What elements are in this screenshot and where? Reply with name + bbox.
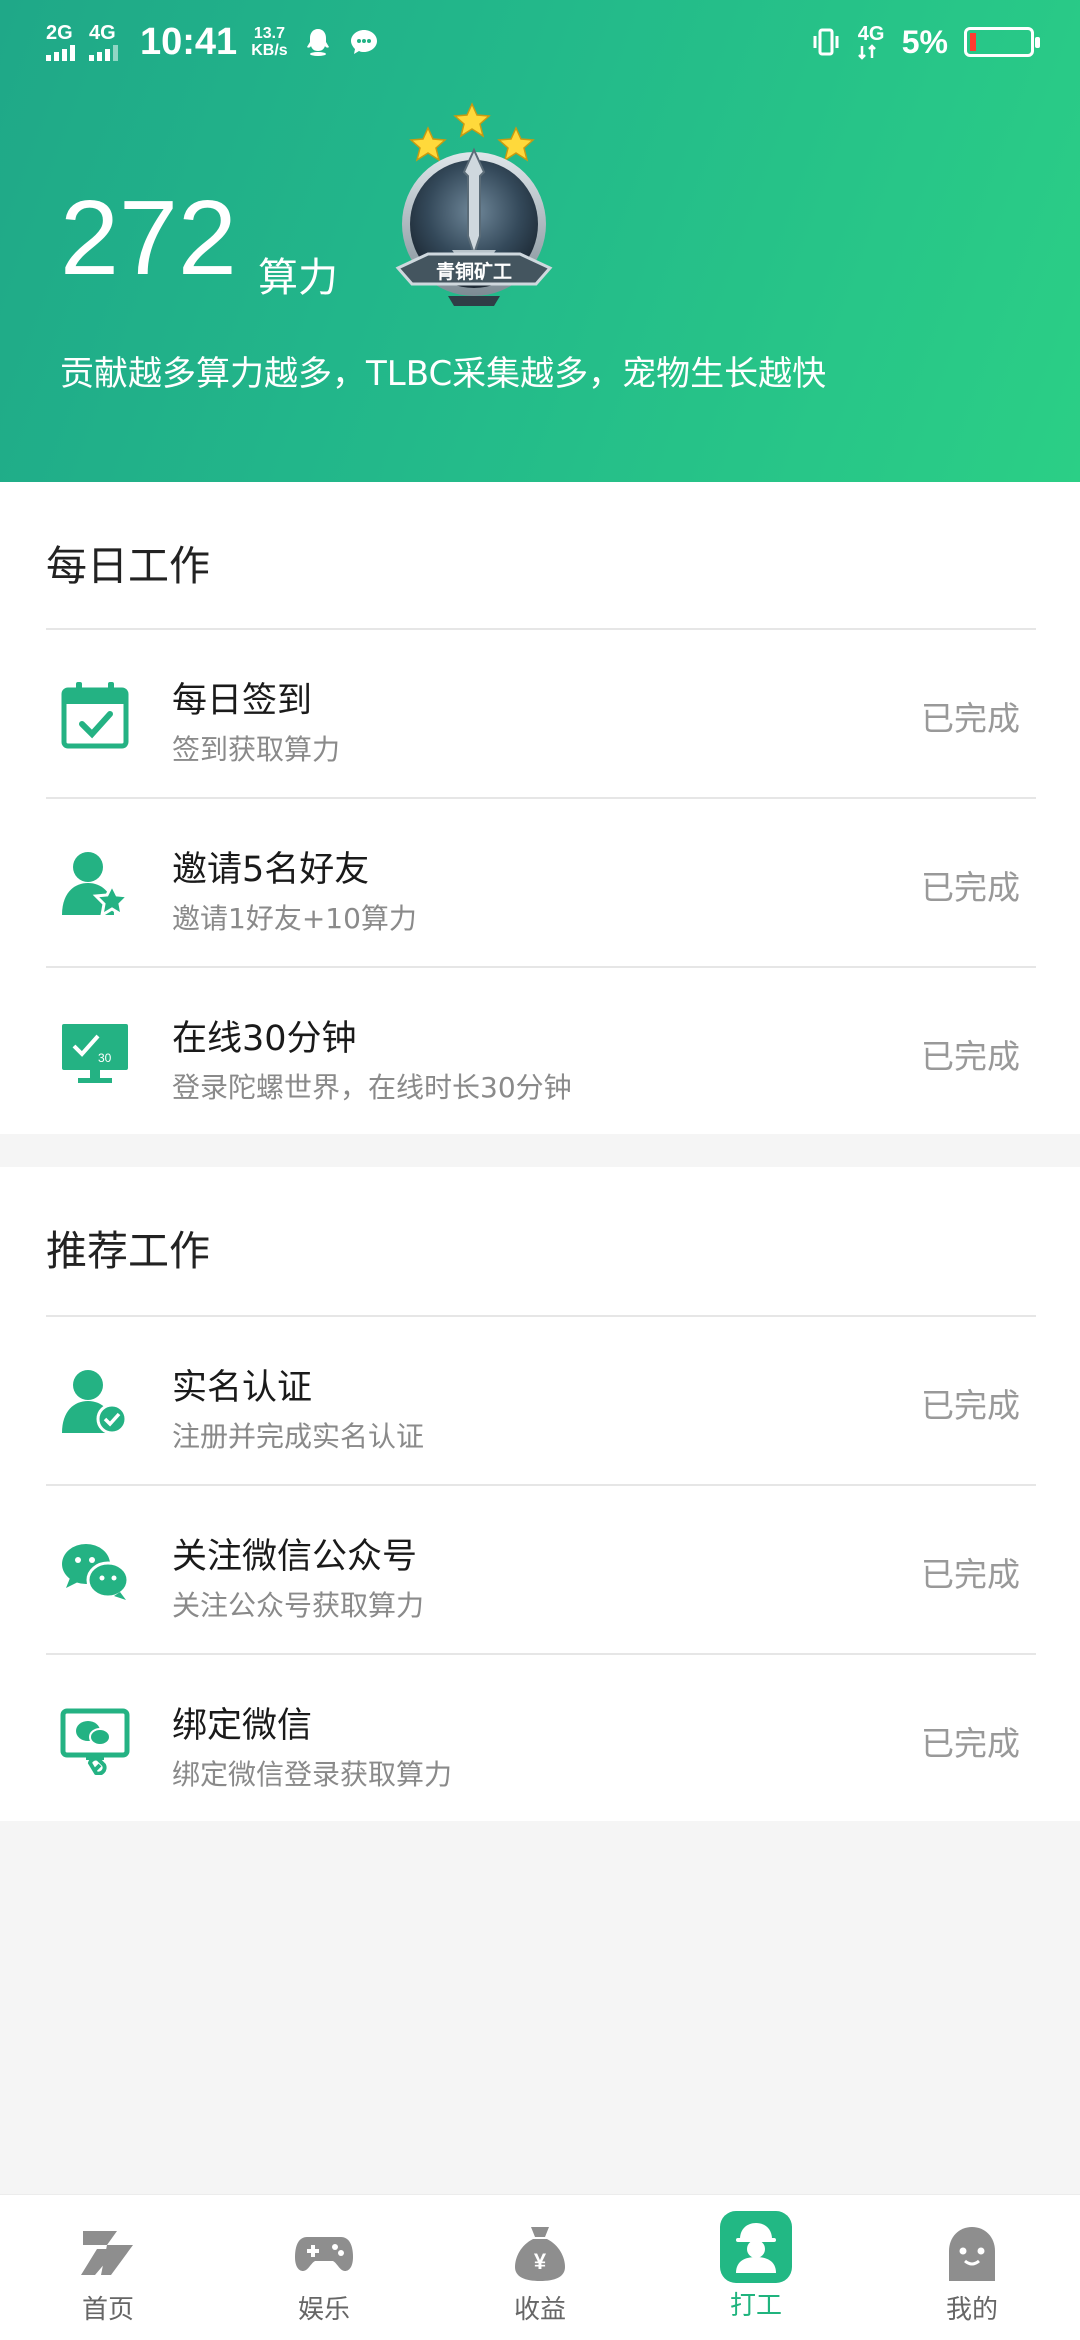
task-invite-friends[interactable]: 邀请5名好友 邀请1好友+10算力 已完成 — [46, 797, 1036, 966]
task-status: 已完成 — [921, 868, 1020, 907]
qq-icon — [306, 29, 329, 56]
daily-work-section: 每日工作 每日签到 签到获取算力 已完成 邀请5名好友 邀请1好友+10算力 已… — [0, 482, 1080, 1134]
bottom-tab-bar: 首页 娱乐 ¥ 收益 打工 我的 — [0, 2194, 1080, 2340]
rank-badge-icon[interactable]: 青铜矿工 — [388, 100, 568, 320]
section-title: 每日工作 — [46, 542, 210, 590]
network-4g-icon: 4G — [858, 24, 886, 60]
task-title: 每日签到 — [172, 681, 313, 721]
task-follow-wechat[interactable]: 关注微信公众号 关注公众号获取算力 已完成 — [46, 1484, 1036, 1653]
hero-banner: 2G 4G 10:41 13.7 KB/s 4G 5% 272 算力 青铜矿工 … — [0, 0, 1080, 482]
user-star-icon — [62, 852, 130, 918]
task-status: 已完成 — [921, 1386, 1020, 1425]
wechat-link-icon — [60, 1708, 130, 1775]
power-value: 272 — [60, 179, 237, 297]
recommended-work-section: 推荐工作 实名认证 注册并完成实名认证 已完成 关注微信公众号 关注公众号获取算… — [0, 1167, 1080, 1821]
hero-subtitle: 贡献越多算力越多，TLBC采集越多，宠物生长越快 — [60, 354, 827, 394]
profile-face-icon — [949, 2227, 995, 2281]
calendar-check-icon — [61, 682, 129, 749]
worker-icon-bg — [720, 2211, 792, 2283]
monitor-timer-icon: 30 — [62, 1024, 128, 1083]
task-subtitle: 签到获取算力 — [172, 733, 341, 766]
svg-text:¥: ¥ — [534, 2249, 547, 2274]
tab-label: 首页 — [81, 2295, 134, 2325]
status-time: 10:41 — [140, 20, 238, 63]
task-title: 实名认证 — [172, 1368, 313, 1408]
wechat-icon — [62, 1544, 130, 1600]
signal-4g-icon: 4G — [89, 23, 118, 61]
status-bar: 2G 4G 10:41 13.7 KB/s 4G 5% — [0, 0, 1080, 84]
gamepad-icon — [295, 2237, 353, 2271]
task-title: 在线30分钟 — [172, 1019, 357, 1059]
section-title: 推荐工作 — [46, 1227, 210, 1275]
chat-bubble-icon — [350, 30, 377, 54]
task-subtitle: 关注公众号获取算力 — [172, 1589, 425, 1622]
task-bind-wechat[interactable]: 绑定微信 绑定微信登录获取算力 已完成 — [46, 1653, 1036, 1822]
tab-label: 打工 — [729, 2291, 782, 2321]
task-online-30min[interactable]: 30 在线30分钟 登录陀螺世界，在线时长30分钟 已完成 — [46, 966, 1036, 1135]
battery-icon — [964, 27, 1040, 57]
task-title: 邀请5名好友 — [172, 850, 370, 890]
svg-text:青铜矿工: 青铜矿工 — [436, 260, 512, 283]
worker-icon — [736, 2223, 776, 2273]
tab-home[interactable]: 首页 — [0, 2195, 216, 2340]
task-title: 绑定微信 — [172, 1706, 313, 1746]
user-verified-icon — [62, 1370, 128, 1435]
tab-label: 收益 — [513, 2295, 566, 2325]
network-speed: 13.7 KB/s — [251, 25, 288, 59]
svg-text:30: 30 — [98, 1051, 112, 1065]
task-real-name-verify[interactable]: 实名认证 注册并完成实名认证 已完成 — [46, 1315, 1036, 1484]
task-status: 已完成 — [921, 1037, 1020, 1076]
task-status: 已完成 — [921, 699, 1020, 738]
task-subtitle: 邀请1好友+10算力 — [172, 902, 417, 935]
battery-percent: 5% — [901, 23, 948, 60]
tab-earnings[interactable]: ¥ 收益 — [432, 2195, 648, 2340]
signal-2g-icon: 2G — [46, 23, 75, 61]
vibrate-icon — [813, 28, 839, 56]
task-subtitle: 登录陀螺世界，在线时长30分钟 — [172, 1071, 572, 1104]
money-bag-icon: ¥ — [515, 2227, 565, 2281]
tab-entertainment[interactable]: 娱乐 — [216, 2195, 432, 2340]
task-subtitle: 注册并完成实名认证 — [172, 1420, 425, 1453]
tab-label: 娱乐 — [297, 2295, 350, 2325]
tab-label: 我的 — [945, 2295, 998, 2325]
task-status: 已完成 — [921, 1555, 1020, 1594]
task-title: 关注微信公众号 — [172, 1537, 418, 1577]
task-subtitle: 绑定微信登录获取算力 — [172, 1758, 453, 1791]
tab-work[interactable]: 打工 — [648, 2195, 864, 2340]
task-status: 已完成 — [921, 1724, 1020, 1763]
home-logo-icon — [81, 2231, 133, 2275]
power-unit: 算力 — [258, 255, 338, 301]
badge-stars-icon — [409, 102, 535, 162]
tab-profile[interactable]: 我的 — [864, 2195, 1080, 2340]
task-daily-checkin[interactable]: 每日签到 签到获取算力 已完成 — [46, 628, 1036, 797]
